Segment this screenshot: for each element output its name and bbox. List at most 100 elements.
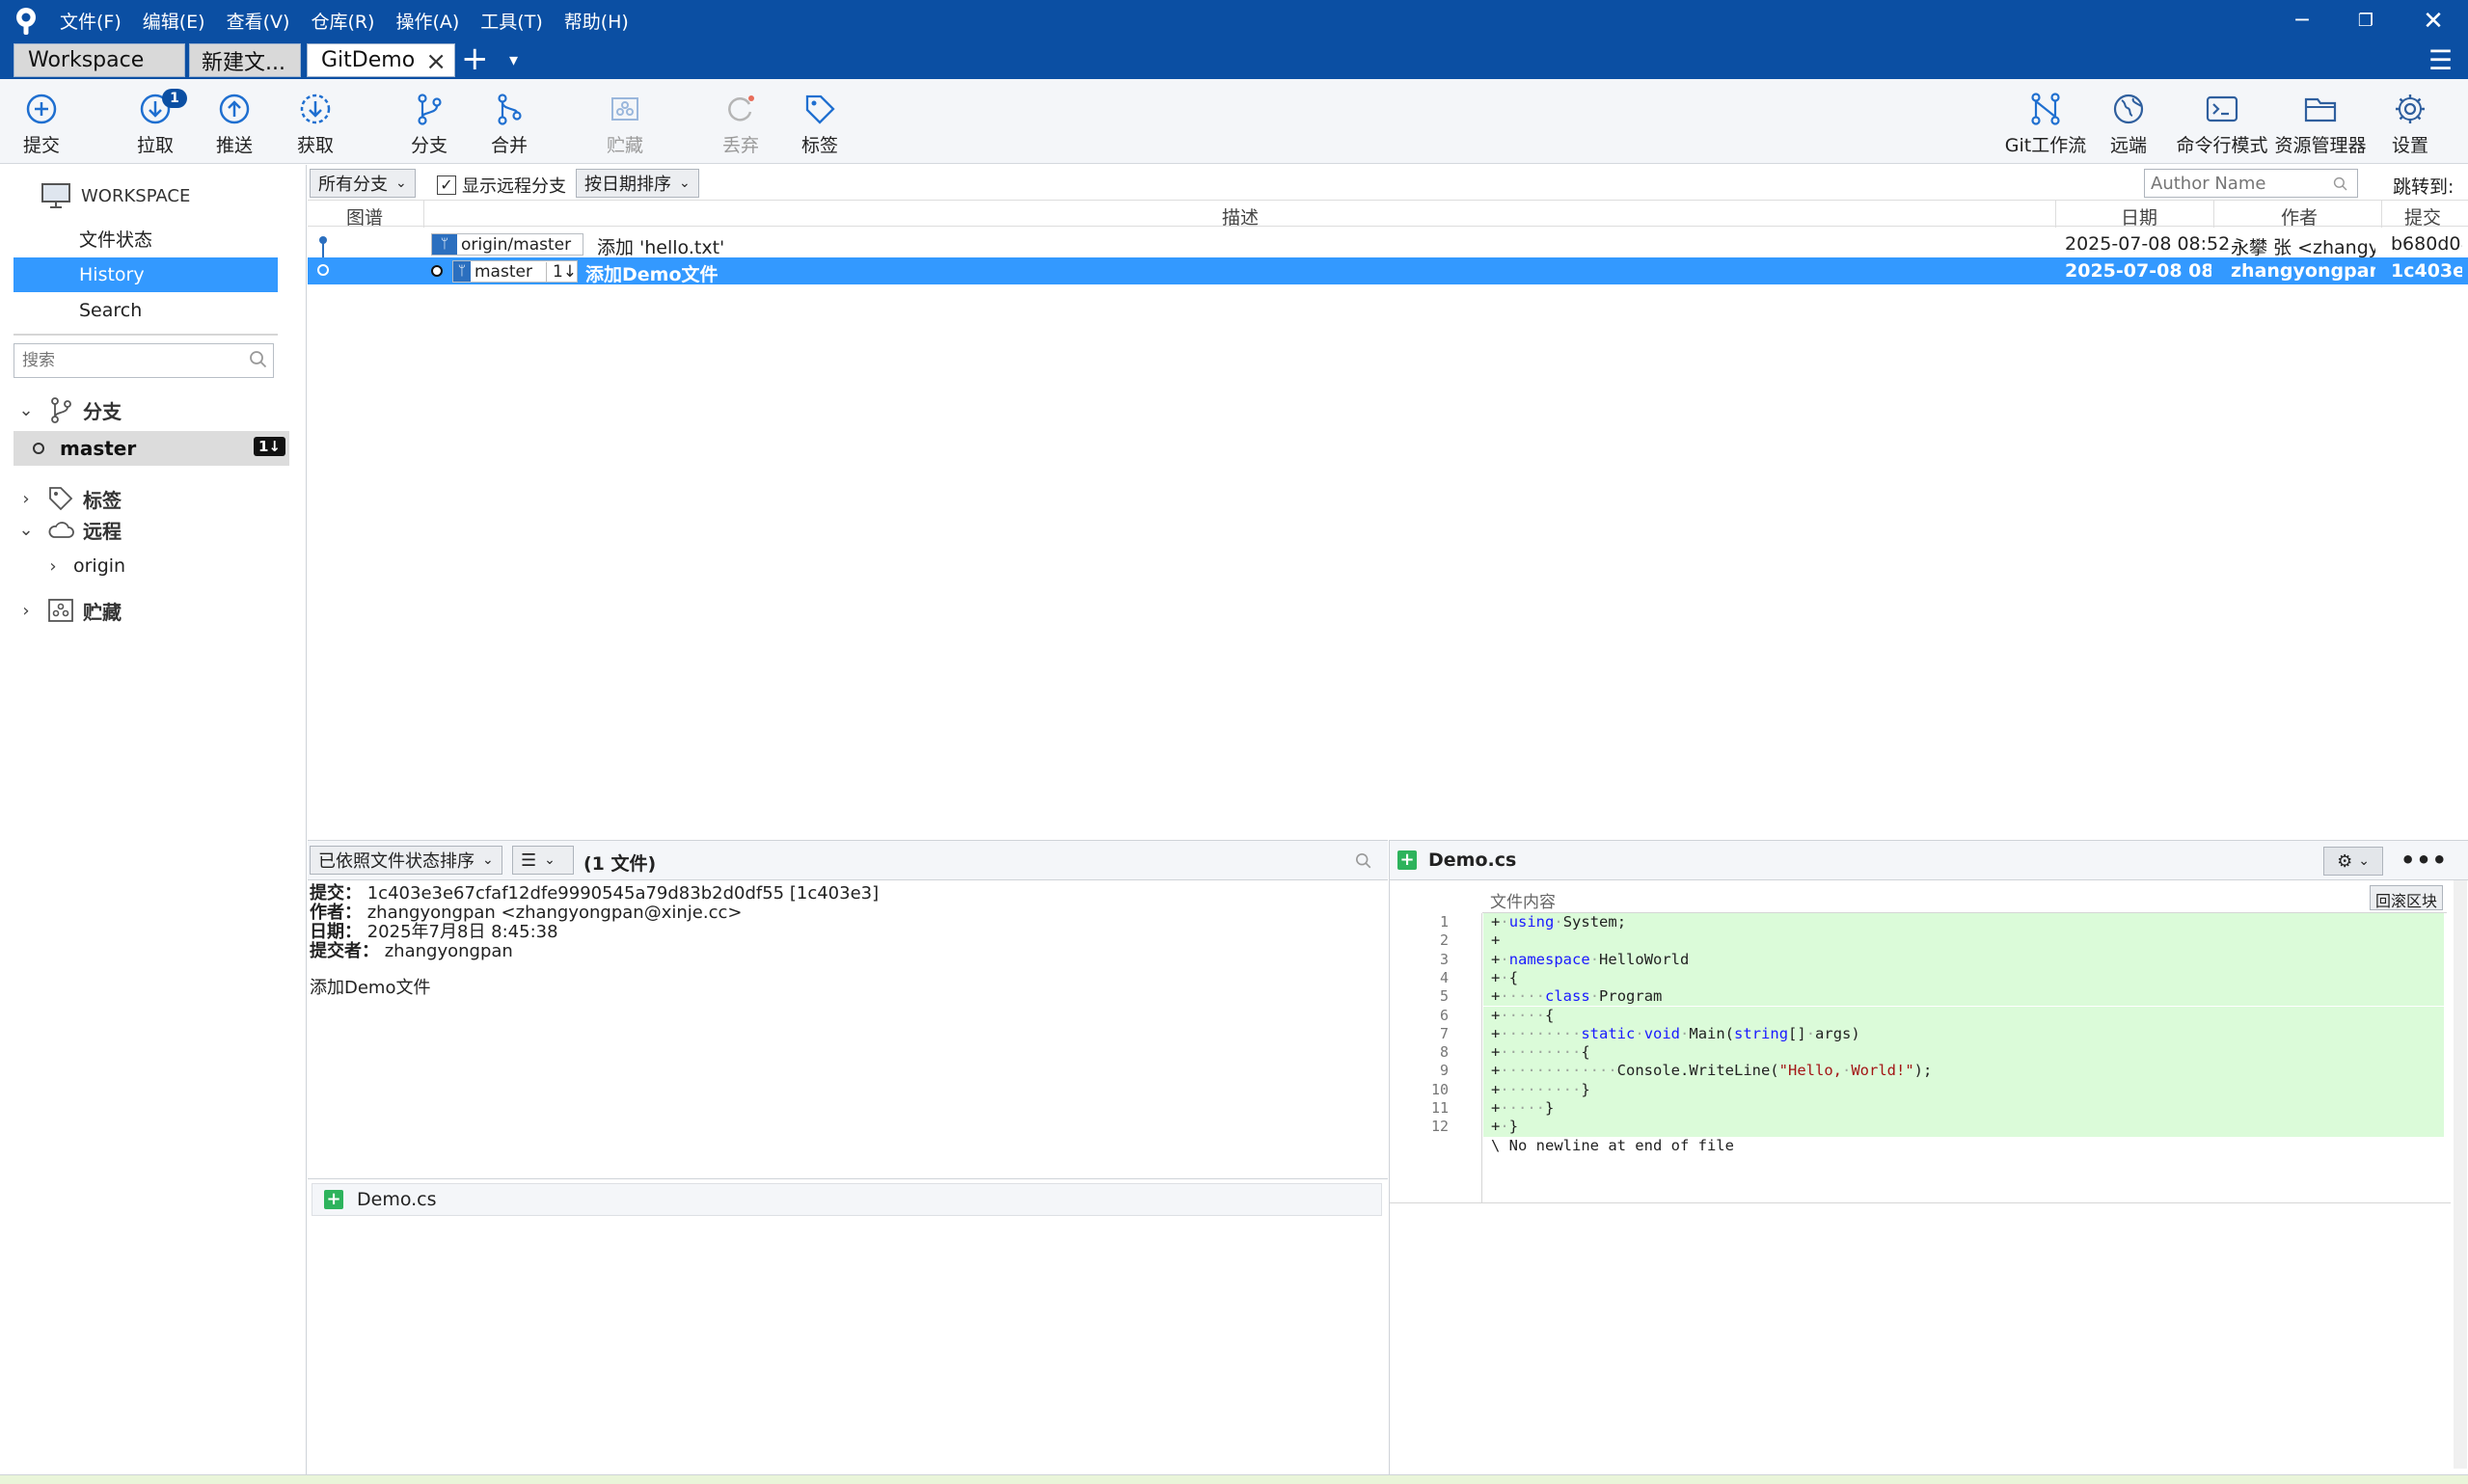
tag-icon [805, 94, 835, 124]
stash-icon [611, 97, 638, 121]
column-commit[interactable]: 提交 [2404, 203, 2441, 229]
vertical-scrollbar[interactable] [2454, 880, 2467, 1469]
chevron-down-icon[interactable]: ⌄ [14, 400, 39, 420]
branch-item-master[interactable]: master 1↓ [14, 431, 289, 466]
gitflow-label: Git工作流 [2004, 135, 2087, 156]
commit-id-value: 1c403e3e67cfaf12dfe9990545a79d83b2d0df55… [366, 883, 880, 904]
fetch-button[interactable]: 获取 [272, 87, 359, 162]
pull-button[interactable]: 1 拉取 [112, 87, 199, 162]
ref-tag-master[interactable]: ᛘ master 1↓ [452, 260, 578, 283]
jump-to-label[interactable]: 跳转到: [2393, 173, 2454, 199]
menu-help[interactable]: 帮助(H) [564, 8, 629, 34]
tab-gitdemo[interactable]: GitDemo × [307, 43, 455, 77]
settings-label: 设置 [2391, 135, 2428, 156]
line-number: 12 [1430, 1118, 1449, 1136]
tag-button[interactable]: 标签 [776, 87, 863, 162]
sort-dropdown[interactable]: 按日期排序 ⌄ [576, 169, 699, 198]
branch-filter-dropdown[interactable]: 所有分支 ⌄ [310, 169, 416, 198]
tree-remotes[interactable]: ⌄ 远程 [14, 512, 289, 547]
sidebar-item-file-status[interactable]: 文件状态 [14, 221, 278, 256]
diff-options-button[interactable]: ⚙ ⌄ [2323, 847, 2383, 876]
remote-button[interactable]: 远端 [2085, 87, 2172, 162]
tab-close-icon[interactable]: × [425, 47, 447, 76]
commit-id-line: 提交： 1c403e3e67cfaf12dfe9990545a79d83b2d0… [310, 884, 1386, 904]
status-bar [0, 1474, 2468, 1484]
diff-line: + [1483, 931, 2444, 951]
diff-panel: + Demo.cs ⚙ ⌄ ••• 文件内容 回滚区块 1 2 3 4 5 6 7 … [1389, 840, 2468, 1474]
column-date[interactable]: 日期 [2121, 203, 2157, 229]
sidebar-item-label: 文件状态 [79, 229, 153, 251]
add-tab-icon[interactable]: + [461, 42, 489, 75]
menu-actions[interactable]: 操作(A) [395, 8, 459, 34]
search-icon[interactable] [1355, 852, 1372, 870]
column-description[interactable]: 描述 [1222, 203, 1259, 229]
tab-workspace[interactable]: Workspace [14, 43, 185, 77]
discard-button[interactable]: 丢弃 [697, 87, 784, 162]
sidebar-item-history[interactable]: History [14, 257, 278, 292]
hamburger-menu-icon[interactable]: ☰ [2428, 44, 2453, 76]
merge-icon [498, 94, 522, 125]
gitflow-button[interactable]: Git工作流 [2000, 87, 2091, 162]
show-remote-checkbox[interactable]: ✓ 显示远程分支 [437, 173, 566, 198]
column-separator[interactable] [2381, 201, 2382, 228]
author-filter-input[interactable] [2144, 169, 2358, 198]
tab-dropdown-icon[interactable]: ▾ [509, 50, 518, 70]
tree-stashes[interactable]: › 贮藏 [14, 593, 289, 628]
column-graph[interactable]: 图谱 [346, 203, 383, 229]
history-toolbar: 所有分支 ⌄ ✓ 显示远程分支 按日期排序 ⌄ 跳转到: [308, 165, 2468, 200]
current-branch-marker-icon [33, 443, 44, 454]
restore-button[interactable]: ❐ [2334, 0, 2398, 41]
diff-code-view[interactable]: +·using·System; + +·namespace·HelloWorld… [1483, 913, 2448, 1202]
sidebar-item-search[interactable]: Search [14, 293, 278, 328]
view-mode-dropdown[interactable]: ☰ ⌄ [512, 846, 574, 875]
chevron-right-icon[interactable]: › [14, 601, 39, 621]
menu-tools[interactable]: 工具(T) [480, 8, 542, 34]
menu-file[interactable]: 文件(F) [60, 8, 122, 34]
tree-branches[interactable]: ⌄ 分支 [14, 392, 289, 427]
commit-row-selected[interactable]: ᛘmaster 1↓ 添加Demo文件 2025-07-08 08:45 zhan… [308, 257, 2468, 285]
diff-line: +·············Console.WriteLine("Hello,·… [1483, 1062, 2444, 1081]
branch-button[interactable]: 分支 [386, 87, 473, 162]
divider [1390, 1202, 2451, 1203]
more-options-icon[interactable]: ••• [2400, 847, 2448, 874]
minimize-button[interactable]: ─ [2270, 0, 2334, 41]
terminal-label: 命令行模式 [2176, 135, 2268, 156]
file-name: Demo.cs [357, 1189, 437, 1210]
settings-button[interactable]: 设置 [2367, 87, 2454, 162]
remote-name: origin [73, 555, 126, 577]
push-button[interactable]: 推送 [191, 87, 278, 162]
menu-repository[interactable]: 仓库(R) [311, 8, 374, 34]
menu-edit[interactable]: 编辑(E) [143, 8, 205, 34]
chevron-right-icon[interactable]: › [41, 556, 66, 577]
menu-view[interactable]: 查看(V) [227, 8, 290, 34]
close-window-button[interactable]: ✕ [2401, 0, 2465, 41]
tab-new[interactable]: 新建文... [189, 43, 301, 77]
commit-row[interactable]: ᛘ origin/master 添加 'hello.txt' 2025-07-08… [308, 230, 2468, 258]
explorer-button[interactable]: 资源管理器 [2272, 87, 2369, 162]
checkbox-check-icon: ✓ [437, 175, 456, 195]
file-sort-dropdown[interactable]: 已依照文件状态排序 ⌄ [310, 846, 502, 875]
commit-date: 2025-07-08 08:52 [2065, 233, 2231, 255]
chevron-down-icon[interactable]: ⌄ [14, 520, 39, 540]
merge-button[interactable]: 合并 [466, 87, 553, 162]
file-row[interactable]: + Demo.cs [312, 1183, 1382, 1216]
column-author[interactable]: 作者 [2281, 203, 2318, 229]
remote-item-origin[interactable]: › origin [14, 549, 289, 583]
pull-count-badge: 1 [162, 89, 187, 108]
commit-button[interactable]: 提交 [0, 87, 85, 162]
diff-line: +·····class·Program [1483, 987, 2444, 1007]
column-separator[interactable] [2055, 201, 2056, 228]
sidebar-search-input[interactable] [14, 343, 274, 378]
diff-line: +·········static·void·Main(string[]·args… [1483, 1024, 2444, 1044]
column-separator[interactable] [2213, 201, 2214, 228]
terminal-button[interactable]: 命令行模式 [2172, 87, 2272, 162]
stash-button[interactable]: 贮藏 [582, 87, 668, 162]
ref-tag-origin-master[interactable]: ᛘ origin/master [431, 233, 583, 256]
revert-hunk-button[interactable]: 回滚区块 [2369, 885, 2443, 910]
main-toolbar: 提交 1 拉取 推送 获取 分支 合并 贮藏 丢弃 标签 Git工作流 远端 命… [0, 79, 2468, 164]
line-number: 6 [1439, 1006, 1449, 1024]
tree-tags[interactable]: › 标签 [14, 481, 289, 516]
dropdown-label: 所有分支 [318, 175, 388, 195]
chevron-right-icon[interactable]: › [14, 489, 39, 509]
column-separator[interactable] [423, 201, 424, 228]
